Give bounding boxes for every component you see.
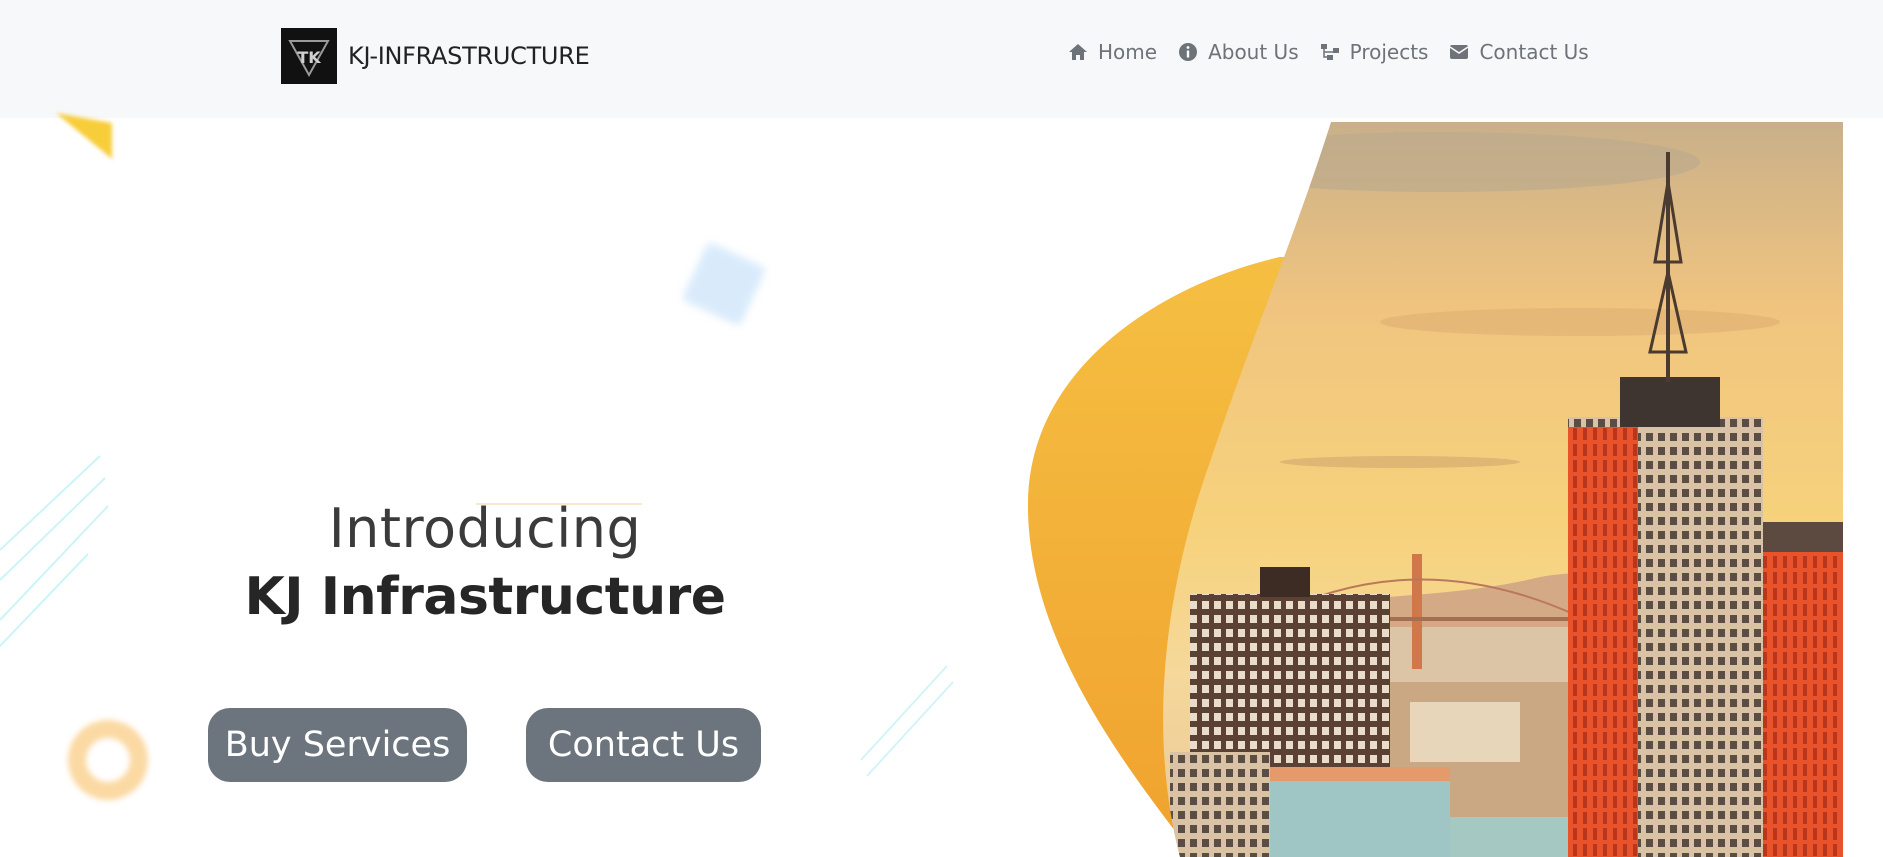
info-icon [1177,42,1199,62]
blue-square-decoration [681,241,767,327]
nav-item-home[interactable]: Home [1067,40,1157,64]
envelope-icon [1448,42,1470,62]
orange-ring-decoration [68,720,148,800]
navbar: TK KJ-INFRASTRUCTURE Home About Us Proje… [0,0,1883,118]
home-icon [1067,42,1089,62]
hero-city-image [1020,122,1843,857]
hero-title: KJ Infrastructure [244,567,726,627]
cyan-lines-decoration-small [860,665,954,777]
hero-intro: Introducing [328,497,642,560]
yellow-triangle-decoration [56,113,112,159]
contact-us-button[interactable]: Contact Us [526,708,761,782]
nav-item-contact[interactable]: Contact Us [1448,40,1589,64]
kj-logo-icon: TK [281,28,337,84]
main-nav: Home About Us Projects Contact Us [1067,40,1609,64]
svg-text:TK: TK [297,48,321,67]
sitemap-icon [1319,42,1341,62]
brand-name: KJ-INFRASTRUCTURE [348,42,590,70]
nav-label: Contact Us [1479,40,1589,64]
cyan-lines-decoration [0,455,109,647]
buy-services-button[interactable]: Buy Services [208,708,467,782]
hero-heading: Introducing KJ Infrastructure [190,496,780,632]
brand[interactable]: TK KJ-INFRASTRUCTURE [281,28,590,84]
nav-item-about[interactable]: About Us [1177,40,1299,64]
nav-label: About Us [1208,40,1299,64]
nav-label: Home [1098,40,1158,64]
nav-item-projects[interactable]: Projects [1319,40,1429,64]
nav-label: Projects [1349,40,1429,64]
